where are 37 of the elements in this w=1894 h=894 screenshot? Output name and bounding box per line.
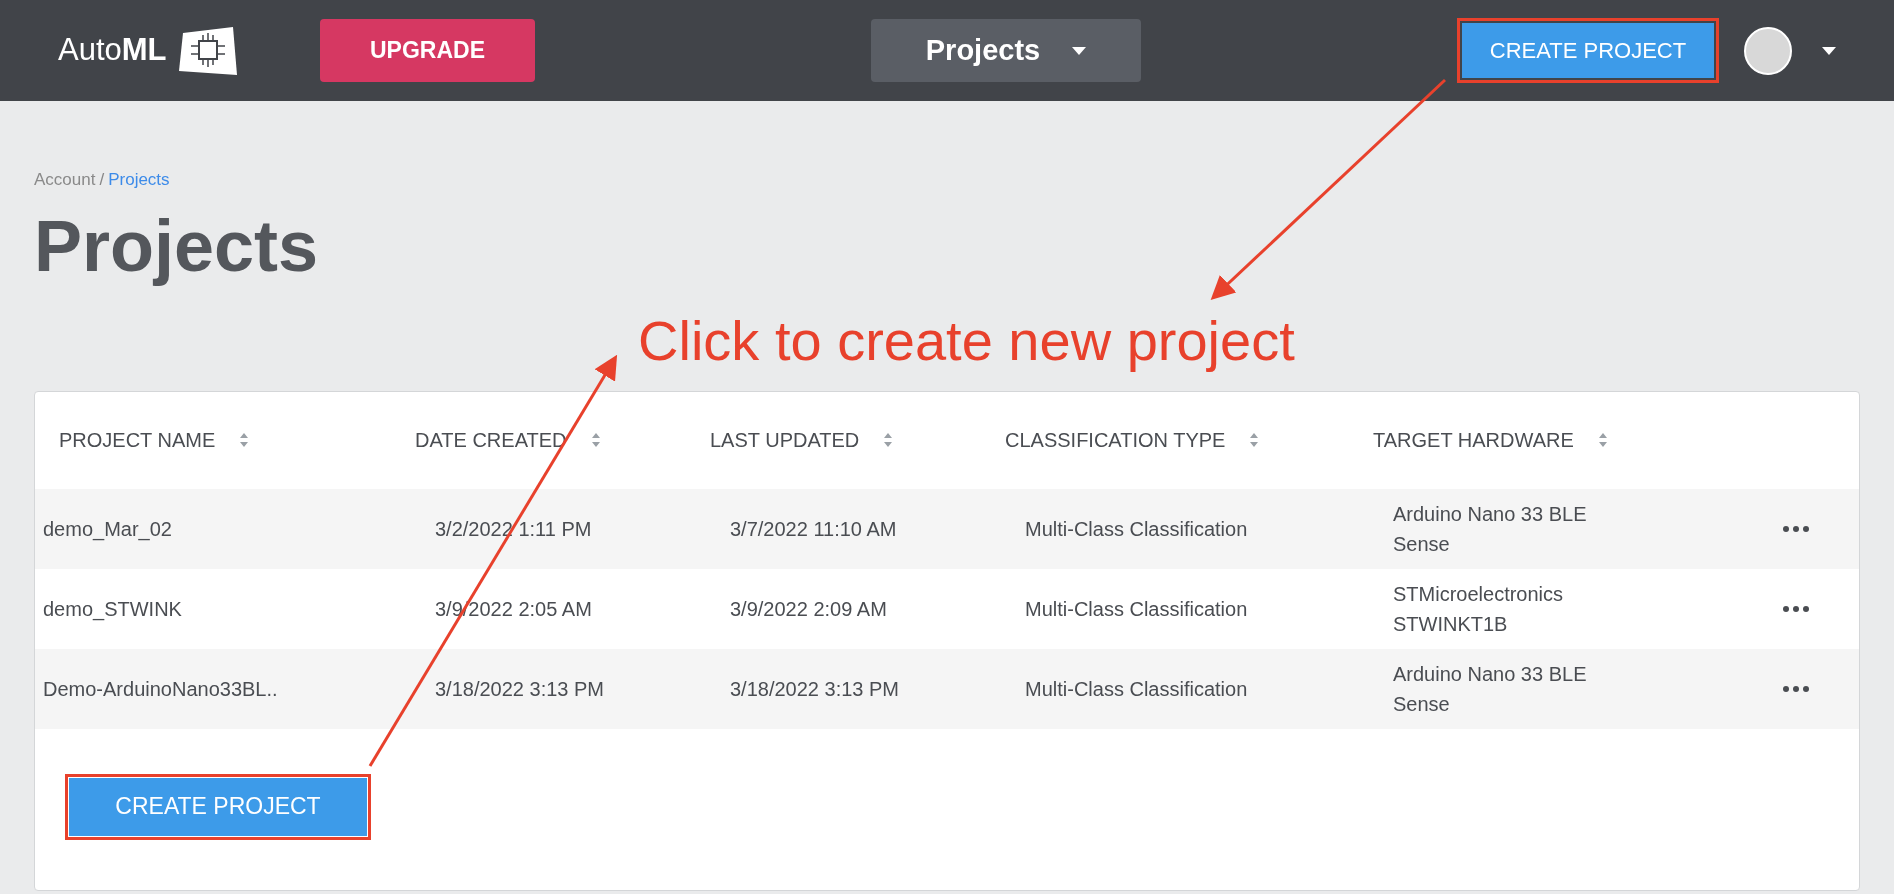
table-cell-text: Multi-Class Classification: [1025, 596, 1249, 622]
table-cell-text: demo_Mar_02: [43, 516, 173, 543]
table-cell-text: 3/9/2022 2:09 AM: [730, 596, 888, 622]
table-cell-text: 3/7/2022 11:10 AM: [730, 516, 898, 542]
caret-icon: [1072, 46, 1087, 55]
sort-icon[interactable]: [1249, 432, 1260, 448]
page-title: Projects: [34, 204, 320, 288]
column-header[interactable]: TARGET HARDWARE: [1373, 425, 1574, 455]
breadcrumb-separator: /: [99, 169, 105, 191]
column-header[interactable]: LAST UPDATED: [710, 425, 860, 455]
table-cell-text: Arduino Nano 33 BLE Sense: [1393, 501, 1588, 557]
more-icon[interactable]: [1783, 525, 1809, 532]
table-cell-text: Demo-ArduinoNano33BL..: [43, 676, 279, 702]
upgrade-button[interactable]: UPGRADE: [320, 19, 535, 82]
table-cell-text: Multi-Class Classification: [1025, 676, 1249, 702]
table-cell-text: STMicroelectronics STWINKT1B: [1393, 581, 1565, 637]
table-cell-text: Arduino Nano 33 BLE Sense: [1393, 661, 1588, 717]
avatar[interactable]: [1744, 26, 1792, 75]
project-dropdown[interactable]: Projects: [871, 19, 1141, 82]
sort-icon[interactable]: [590, 432, 601, 448]
logo-text[interactable]: AutoML: [58, 27, 167, 74]
table-cell-text: 3/2/2022 1:11 PM: [435, 516, 593, 542]
column-header[interactable]: DATE CREATED: [415, 425, 567, 455]
more-icon[interactable]: [1783, 605, 1809, 612]
sort-icon[interactable]: [239, 432, 250, 448]
sort-icon[interactable]: [1597, 432, 1608, 448]
table-cell-text: demo_STWINK: [43, 596, 183, 623]
column-header[interactable]: CLASSIFICATION TYPE: [1005, 425, 1226, 455]
annotation-text: Click to create new project: [638, 307, 1295, 374]
table-cell-text: Multi-Class Classification: [1025, 516, 1249, 542]
more-icon[interactable]: [1783, 685, 1809, 692]
column-header[interactable]: PROJECT NAME: [59, 425, 216, 455]
chip-logo-icon: [178, 26, 237, 75]
table-cell-text: 3/18/2022 3:13 PM: [435, 676, 605, 702]
table-cell-text: 3/18/2022 3:13 PM: [730, 676, 900, 702]
caret-icon: [1822, 46, 1836, 55]
sort-icon[interactable]: [883, 432, 894, 448]
